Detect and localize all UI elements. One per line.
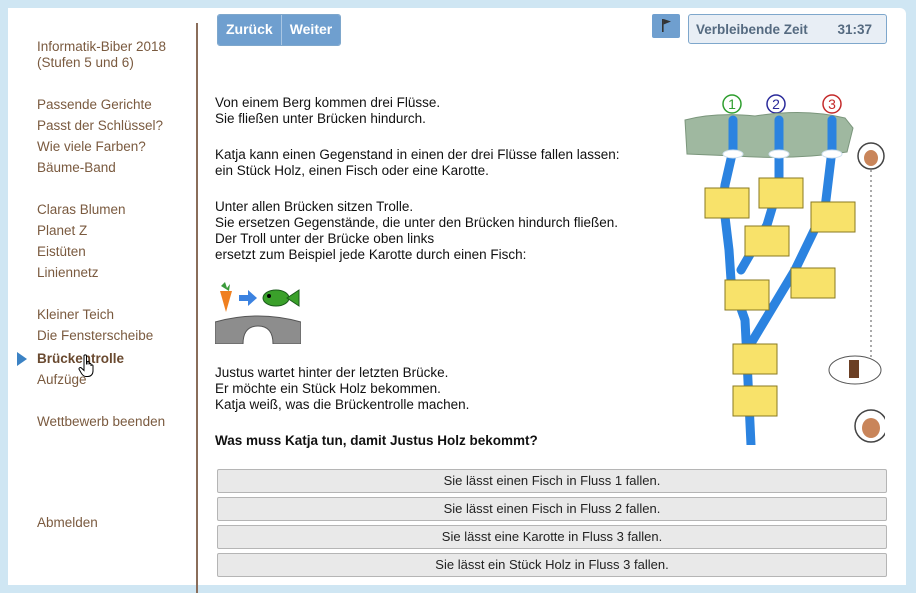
bridge-icon (215, 315, 301, 344)
sidebar-item-wie-viele-farben[interactable]: Wie viele Farben? (37, 139, 146, 155)
river-label-3: 3 (828, 96, 836, 112)
remaining-time-label: Verbleibende Zeit (696, 22, 808, 37)
sidebar-item-baeume-band[interactable]: Bäume-Band (37, 160, 116, 176)
hand-cursor-icon (78, 354, 94, 377)
sidebar-item-passt-der-schluessel[interactable]: Passt der Schlüssel? (37, 118, 163, 134)
sidebar-item-claras-blumen[interactable]: Claras Blumen (37, 202, 126, 218)
sidebar-divider (196, 23, 198, 593)
troll-example-illustration (215, 282, 301, 344)
thought-bubble-icon (828, 355, 882, 385)
remaining-time-value: 31:37 (837, 22, 872, 37)
fish-icon (262, 289, 300, 307)
river-number-labels: 1 2 3 (722, 94, 842, 114)
answer-option-3[interactable]: Sie lässt eine Karotte in Fluss 3 fallen… (217, 525, 887, 549)
contest-title: Informatik-Biber 2018 (Stufen 5 und 6) (37, 39, 166, 71)
remaining-time-box: Verbleibende Zeit 31:37 (688, 14, 887, 44)
nav-button-group: Zurück Weiter (217, 14, 342, 46)
sidebar-item-wettbewerb-beenden[interactable]: Wettbewerb beenden (37, 414, 165, 430)
river-label-2: 2 (772, 96, 780, 112)
arrow-right-icon (239, 290, 257, 306)
active-item-arrow-icon (17, 352, 27, 366)
sidebar-item-abmelden[interactable]: Abmelden (37, 515, 98, 531)
justus-icon (854, 409, 885, 443)
contest-title-line1: Informatik-Biber 2018 (37, 39, 167, 54)
back-button[interactable]: Zurück (218, 15, 281, 45)
task-paragraph-2: Katja kann einen Gegenstand in einen der… (215, 147, 620, 178)
task-paragraph-1: Von einem Berg kommen drei Flüsse. Sie f… (215, 95, 441, 126)
troll-start-icon (857, 142, 885, 170)
task-paragraph-4: Justus wartet hinter der letzten Brücke.… (215, 365, 470, 412)
answer-option-4[interactable]: Sie lässt ein Stück Holz in Fluss 3 fall… (217, 553, 887, 577)
river-bridge-diagram: 1 2 3 (684, 94, 885, 445)
foam (722, 149, 843, 159)
carrot-icon (220, 282, 232, 312)
flag-button[interactable] (652, 14, 680, 38)
next-button[interactable]: Weiter (280, 15, 341, 45)
sidebar-item-kleiner-teich[interactable]: Kleiner Teich (37, 307, 114, 323)
task-question: Was muss Katja tun, damit Justus Holz be… (215, 433, 538, 448)
task-paragraph-3: Unter allen Brücken sitzen Trolle. Sie e… (215, 199, 619, 262)
answer-option-2[interactable]: Sie lässt einen Fisch in Fluss 2 fallen. (217, 497, 887, 521)
answer-option-1[interactable]: Sie lässt einen Fisch in Fluss 1 fallen. (217, 469, 887, 493)
sidebar: Informatik-Biber 2018 (Stufen 5 und 6) P… (8, 8, 196, 535)
sidebar-item-planet-z[interactable]: Planet Z (37, 223, 87, 239)
sidebar-item-die-fensterscheibe[interactable]: Die Fensterscheibe (37, 328, 153, 344)
app-frame: Informatik-Biber 2018 (Stufen 5 und 6) P… (8, 8, 906, 593)
sidebar-item-liniennetz[interactable]: Liniennetz (37, 265, 99, 281)
flag-icon (662, 19, 671, 32)
river-label-1: 1 (728, 96, 736, 112)
contest-title-line2: (Stufen 5 und 6) (37, 55, 134, 70)
sidebar-item-passende-gerichte[interactable]: Passende Gerichte (37, 97, 152, 113)
sidebar-item-eistueten[interactable]: Eistüten (37, 244, 86, 260)
